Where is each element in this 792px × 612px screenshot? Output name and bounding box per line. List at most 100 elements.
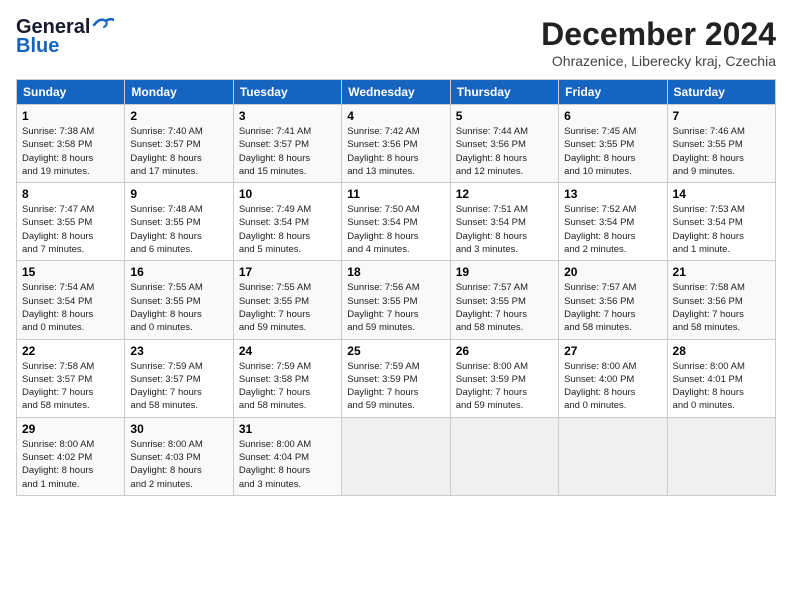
- day-number: 25: [347, 344, 444, 358]
- calendar-week-3: 15 Sunrise: 7:54 AMSunset: 3:54 PMDaylig…: [17, 261, 776, 339]
- day-details: Sunrise: 8:00 AMSunset: 4:04 PMDaylight:…: [239, 438, 336, 491]
- day-details: Sunrise: 7:55 AMSunset: 3:55 PMDaylight:…: [239, 281, 336, 334]
- day-number: 24: [239, 344, 336, 358]
- day-number: 14: [673, 187, 770, 201]
- day-number: 11: [347, 187, 444, 201]
- day-details: Sunrise: 7:57 AMSunset: 3:55 PMDaylight:…: [456, 281, 553, 334]
- day-number: 27: [564, 344, 661, 358]
- calendar-cell: 26 Sunrise: 8:00 AMSunset: 3:59 PMDaylig…: [450, 339, 558, 417]
- day-details: Sunrise: 8:00 AMSunset: 3:59 PMDaylight:…: [456, 360, 553, 413]
- calendar-cell: [450, 417, 558, 495]
- day-number: 6: [564, 109, 661, 123]
- day-details: Sunrise: 7:42 AMSunset: 3:56 PMDaylight:…: [347, 125, 444, 178]
- calendar-cell: 2 Sunrise: 7:40 AMSunset: 3:57 PMDayligh…: [125, 105, 233, 183]
- calendar-cell: [667, 417, 775, 495]
- day-details: Sunrise: 7:58 AMSunset: 3:56 PMDaylight:…: [673, 281, 770, 334]
- calendar-cell: 16 Sunrise: 7:55 AMSunset: 3:55 PMDaylig…: [125, 261, 233, 339]
- day-details: Sunrise: 8:00 AMSunset: 4:03 PMDaylight:…: [130, 438, 227, 491]
- day-number: 7: [673, 109, 770, 123]
- weekday-header-friday: Friday: [559, 80, 667, 105]
- logo-bird-icon: [92, 17, 114, 33]
- day-number: 20: [564, 265, 661, 279]
- calendar-cell: 31 Sunrise: 8:00 AMSunset: 4:04 PMDaylig…: [233, 417, 341, 495]
- weekday-header-tuesday: Tuesday: [233, 80, 341, 105]
- day-number: 21: [673, 265, 770, 279]
- title-section: December 2024 Ohrazenice, Liberecky kraj…: [541, 16, 776, 69]
- calendar-cell: 25 Sunrise: 7:59 AMSunset: 3:59 PMDaylig…: [342, 339, 450, 417]
- day-number: 30: [130, 422, 227, 436]
- day-details: Sunrise: 7:40 AMSunset: 3:57 PMDaylight:…: [130, 125, 227, 178]
- day-number: 15: [22, 265, 119, 279]
- calendar-cell: 5 Sunrise: 7:44 AMSunset: 3:56 PMDayligh…: [450, 105, 558, 183]
- calendar-cell: 24 Sunrise: 7:59 AMSunset: 3:58 PMDaylig…: [233, 339, 341, 417]
- day-number: 5: [456, 109, 553, 123]
- calendar-cell: 8 Sunrise: 7:47 AMSunset: 3:55 PMDayligh…: [17, 183, 125, 261]
- day-number: 16: [130, 265, 227, 279]
- day-details: Sunrise: 7:52 AMSunset: 3:54 PMDaylight:…: [564, 203, 661, 256]
- calendar-cell: [342, 417, 450, 495]
- calendar-cell: 23 Sunrise: 7:59 AMSunset: 3:57 PMDaylig…: [125, 339, 233, 417]
- calendar-week-5: 29 Sunrise: 8:00 AMSunset: 4:02 PMDaylig…: [17, 417, 776, 495]
- day-details: Sunrise: 7:44 AMSunset: 3:56 PMDaylight:…: [456, 125, 553, 178]
- day-details: Sunrise: 7:57 AMSunset: 3:56 PMDaylight:…: [564, 281, 661, 334]
- day-number: 2: [130, 109, 227, 123]
- day-details: Sunrise: 7:58 AMSunset: 3:57 PMDaylight:…: [22, 360, 119, 413]
- page-header: General Blue December 2024 Ohrazenice, L…: [16, 16, 776, 69]
- weekday-header-wednesday: Wednesday: [342, 80, 450, 105]
- calendar-cell: 3 Sunrise: 7:41 AMSunset: 3:57 PMDayligh…: [233, 105, 341, 183]
- location-subtitle: Ohrazenice, Liberecky kraj, Czechia: [541, 53, 776, 69]
- calendar-cell: 12 Sunrise: 7:51 AMSunset: 3:54 PMDaylig…: [450, 183, 558, 261]
- day-number: 17: [239, 265, 336, 279]
- calendar-table: SundayMondayTuesdayWednesdayThursdayFrid…: [16, 79, 776, 496]
- calendar-cell: 11 Sunrise: 7:50 AMSunset: 3:54 PMDaylig…: [342, 183, 450, 261]
- day-details: Sunrise: 7:59 AMSunset: 3:57 PMDaylight:…: [130, 360, 227, 413]
- day-details: Sunrise: 7:59 AMSunset: 3:59 PMDaylight:…: [347, 360, 444, 413]
- day-details: Sunrise: 8:00 AMSunset: 4:00 PMDaylight:…: [564, 360, 661, 413]
- day-number: 26: [456, 344, 553, 358]
- day-number: 10: [239, 187, 336, 201]
- calendar-cell: 1 Sunrise: 7:38 AMSunset: 3:58 PMDayligh…: [17, 105, 125, 183]
- day-details: Sunrise: 7:54 AMSunset: 3:54 PMDaylight:…: [22, 281, 119, 334]
- day-details: Sunrise: 7:45 AMSunset: 3:55 PMDaylight:…: [564, 125, 661, 178]
- calendar-cell: 30 Sunrise: 8:00 AMSunset: 4:03 PMDaylig…: [125, 417, 233, 495]
- day-number: 22: [22, 344, 119, 358]
- calendar-week-2: 8 Sunrise: 7:47 AMSunset: 3:55 PMDayligh…: [17, 183, 776, 261]
- weekday-header-saturday: Saturday: [667, 80, 775, 105]
- calendar-cell: 22 Sunrise: 7:58 AMSunset: 3:57 PMDaylig…: [17, 339, 125, 417]
- weekday-header-thursday: Thursday: [450, 80, 558, 105]
- day-number: 29: [22, 422, 119, 436]
- calendar-cell: [559, 417, 667, 495]
- day-number: 12: [456, 187, 553, 201]
- day-number: 28: [673, 344, 770, 358]
- day-number: 3: [239, 109, 336, 123]
- day-number: 4: [347, 109, 444, 123]
- calendar-cell: 28 Sunrise: 8:00 AMSunset: 4:01 PMDaylig…: [667, 339, 775, 417]
- calendar-cell: 15 Sunrise: 7:54 AMSunset: 3:54 PMDaylig…: [17, 261, 125, 339]
- day-details: Sunrise: 8:00 AMSunset: 4:01 PMDaylight:…: [673, 360, 770, 413]
- day-details: Sunrise: 7:55 AMSunset: 3:55 PMDaylight:…: [130, 281, 227, 334]
- day-details: Sunrise: 7:49 AMSunset: 3:54 PMDaylight:…: [239, 203, 336, 256]
- day-details: Sunrise: 7:48 AMSunset: 3:55 PMDaylight:…: [130, 203, 227, 256]
- day-details: Sunrise: 7:47 AMSunset: 3:55 PMDaylight:…: [22, 203, 119, 256]
- calendar-cell: 9 Sunrise: 7:48 AMSunset: 3:55 PMDayligh…: [125, 183, 233, 261]
- day-details: Sunrise: 7:59 AMSunset: 3:58 PMDaylight:…: [239, 360, 336, 413]
- calendar-week-1: 1 Sunrise: 7:38 AMSunset: 3:58 PMDayligh…: [17, 105, 776, 183]
- calendar-cell: 21 Sunrise: 7:58 AMSunset: 3:56 PMDaylig…: [667, 261, 775, 339]
- calendar-cell: 29 Sunrise: 8:00 AMSunset: 4:02 PMDaylig…: [17, 417, 125, 495]
- day-details: Sunrise: 7:38 AMSunset: 3:58 PMDaylight:…: [22, 125, 119, 178]
- weekday-header-sunday: Sunday: [17, 80, 125, 105]
- calendar-cell: 7 Sunrise: 7:46 AMSunset: 3:55 PMDayligh…: [667, 105, 775, 183]
- calendar-cell: 18 Sunrise: 7:56 AMSunset: 3:55 PMDaylig…: [342, 261, 450, 339]
- day-number: 9: [130, 187, 227, 201]
- day-details: Sunrise: 7:41 AMSunset: 3:57 PMDaylight:…: [239, 125, 336, 178]
- logo-text-blue: Blue: [16, 35, 59, 58]
- calendar-header-row: SundayMondayTuesdayWednesdayThursdayFrid…: [17, 80, 776, 105]
- day-details: Sunrise: 7:46 AMSunset: 3:55 PMDaylight:…: [673, 125, 770, 178]
- calendar-cell: 20 Sunrise: 7:57 AMSunset: 3:56 PMDaylig…: [559, 261, 667, 339]
- day-details: Sunrise: 8:00 AMSunset: 4:02 PMDaylight:…: [22, 438, 119, 491]
- calendar-cell: 6 Sunrise: 7:45 AMSunset: 3:55 PMDayligh…: [559, 105, 667, 183]
- logo: General Blue: [16, 16, 114, 58]
- weekday-header-monday: Monday: [125, 80, 233, 105]
- calendar-cell: 14 Sunrise: 7:53 AMSunset: 3:54 PMDaylig…: [667, 183, 775, 261]
- day-details: Sunrise: 7:51 AMSunset: 3:54 PMDaylight:…: [456, 203, 553, 256]
